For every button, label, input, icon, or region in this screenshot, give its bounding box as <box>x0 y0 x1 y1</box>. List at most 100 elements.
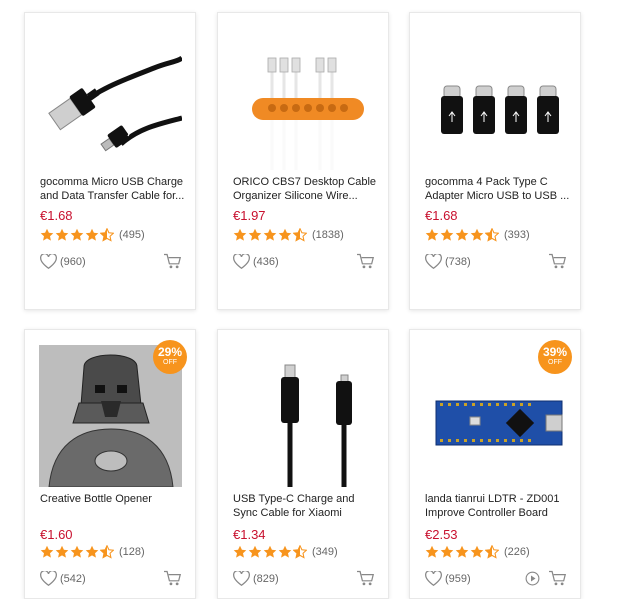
heart-icon <box>425 571 442 586</box>
star-icon <box>85 228 99 241</box>
star-icon <box>233 228 247 241</box>
star-half-icon <box>293 228 307 242</box>
star-icon <box>70 545 84 558</box>
heart-icon <box>425 254 442 269</box>
rating-count: (226) <box>504 546 530 558</box>
star-icon <box>470 228 484 241</box>
product-price: €1.34 <box>233 527 266 542</box>
star-icon <box>233 545 247 558</box>
rating-stars <box>233 545 308 559</box>
discount-percent: 29% <box>157 345 183 359</box>
star-icon <box>440 228 454 241</box>
cart-icon[interactable] <box>356 570 375 587</box>
product-image[interactable] <box>232 28 375 170</box>
cart-icon[interactable] <box>356 253 375 270</box>
card-actions: (959) <box>425 570 567 587</box>
rating-count: (1838) <box>312 229 344 241</box>
product-price: €1.60 <box>40 527 73 542</box>
wishlist-button[interactable]: (738) <box>425 254 471 269</box>
wishlist-count: (959) <box>445 572 471 585</box>
star-icon <box>40 228 54 241</box>
star-icon <box>248 545 262 558</box>
discount-badge: 29% OFF <box>153 340 187 374</box>
product-rating: (495) <box>40 228 145 242</box>
star-icon <box>470 545 484 558</box>
star-icon <box>455 545 469 558</box>
star-icon <box>85 545 99 558</box>
product-title[interactable]: gocomma Micro USB Charge and Data Transf… <box>40 175 185 203</box>
wishlist-button[interactable]: (829) <box>233 571 279 586</box>
play-video-icon[interactable] <box>525 571 540 586</box>
product-image[interactable] <box>424 28 567 170</box>
star-icon <box>455 228 469 241</box>
wishlist-count: (542) <box>60 572 86 585</box>
heart-icon <box>233 571 250 586</box>
product-card[interactable]: ORICO CBS7 Desktop Cable Organizer Silic… <box>217 12 389 310</box>
star-half-icon <box>485 545 499 559</box>
star-half-icon <box>100 545 114 559</box>
discount-badge: 39% OFF <box>538 340 572 374</box>
product-title[interactable]: gocomma 4 Pack Type C Adapter Micro USB … <box>425 175 570 203</box>
rating-count: (495) <box>119 229 145 241</box>
product-title[interactable]: ORICO CBS7 Desktop Cable Organizer Silic… <box>233 175 378 203</box>
card-actions: (542) <box>40 570 182 587</box>
heart-icon <box>233 254 250 269</box>
product-card[interactable]: 39% OFF landa tianrui LDTR - ZD001 Impro… <box>409 329 581 599</box>
rating-count: (128) <box>119 546 145 558</box>
wishlist-button[interactable]: (542) <box>40 571 86 586</box>
usb-type-c-cable-image <box>281 364 352 487</box>
star-icon <box>263 545 277 558</box>
usb-c-adapters-image <box>441 85 559 134</box>
product-price: €2.53 <box>425 527 458 542</box>
star-half-icon <box>485 228 499 242</box>
cart-icon[interactable] <box>163 253 182 270</box>
product-price: €1.68 <box>425 208 458 223</box>
star-icon <box>425 545 439 558</box>
discount-percent: 39% <box>542 345 568 359</box>
product-image[interactable] <box>232 345 375 487</box>
micro-usb-cable-image <box>48 55 182 152</box>
star-icon <box>55 228 69 241</box>
star-icon <box>55 545 69 558</box>
wishlist-count: (829) <box>253 572 279 585</box>
cable-organizer-image <box>252 57 364 170</box>
product-title[interactable]: Creative Bottle Opener <box>40 492 185 506</box>
cart-icon[interactable] <box>163 570 182 587</box>
wishlist-button[interactable]: (960) <box>40 254 86 269</box>
wishlist-count: (960) <box>60 255 86 268</box>
wishlist-count: (436) <box>253 255 279 268</box>
star-half-icon <box>100 228 114 242</box>
heart-icon <box>40 254 57 269</box>
star-icon <box>278 545 292 558</box>
card-actions: (829) <box>233 570 375 587</box>
rating-stars <box>40 545 115 559</box>
cart-icon[interactable] <box>548 253 567 270</box>
product-image[interactable] <box>39 28 182 170</box>
rating-count: (349) <box>312 546 338 558</box>
cart-icon[interactable] <box>548 570 567 587</box>
star-icon <box>440 545 454 558</box>
product-rating: (393) <box>425 228 530 242</box>
wishlist-button[interactable]: (436) <box>233 254 279 269</box>
product-title[interactable]: USB Type-C Charge and Sync Cable for Xia… <box>233 492 378 520</box>
wishlist-button[interactable]: (959) <box>425 571 471 586</box>
product-card[interactable]: gocomma 4 Pack Type C Adapter Micro USB … <box>409 12 581 310</box>
card-actions: (960) <box>40 253 182 270</box>
discount-off-label: OFF <box>548 359 562 366</box>
heart-icon <box>40 571 57 586</box>
product-card[interactable]: 29% OFF Creative Bottle Opener €1.60 (12… <box>24 329 196 599</box>
star-icon <box>263 228 277 241</box>
rating-stars <box>233 228 308 242</box>
product-title[interactable]: landa tianrui LDTR - ZD001 Improve Contr… <box>425 492 570 520</box>
star-half-icon <box>293 545 307 559</box>
product-price: €1.97 <box>233 208 266 223</box>
product-card[interactable]: USB Type-C Charge and Sync Cable for Xia… <box>217 329 389 599</box>
star-icon <box>425 228 439 241</box>
star-icon <box>70 228 84 241</box>
rating-count: (393) <box>504 229 530 241</box>
rating-stars <box>425 228 500 242</box>
discount-off-label: OFF <box>163 359 177 366</box>
star-icon <box>40 545 54 558</box>
product-card[interactable]: gocomma Micro USB Charge and Data Transf… <box>24 12 196 310</box>
wishlist-count: (738) <box>445 255 471 268</box>
